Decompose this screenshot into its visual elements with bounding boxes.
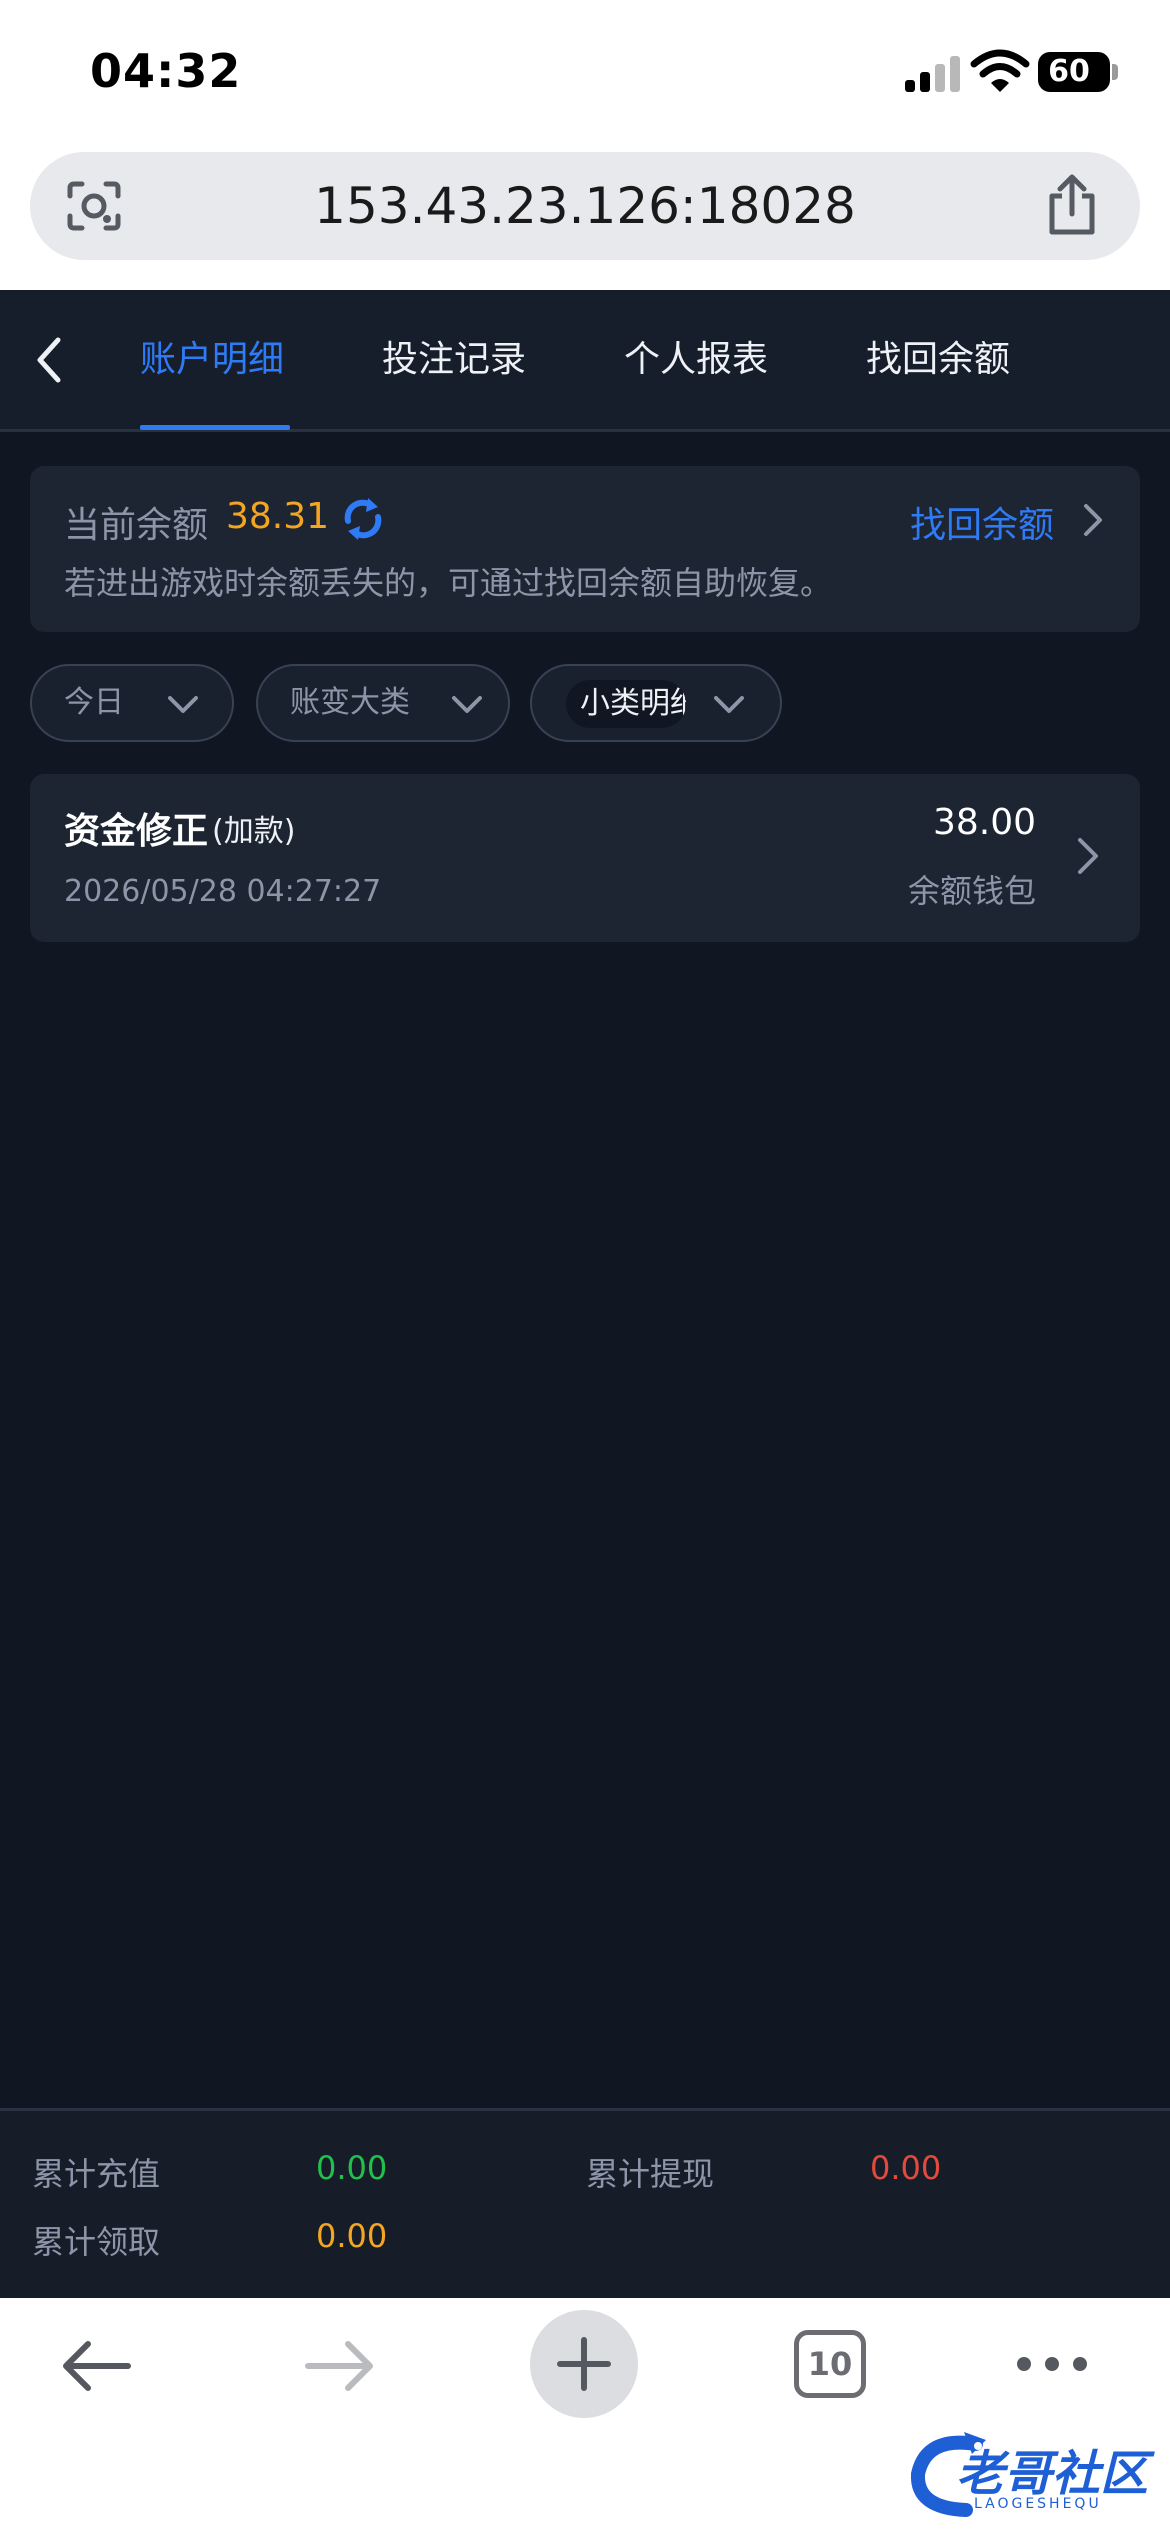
recharge-value: 0.00 (316, 2149, 388, 2187)
status-time: 04:32 (90, 44, 242, 98)
tab-account-details[interactable]: 账户明细 (140, 330, 284, 390)
battery-icon: 60 (1038, 52, 1110, 92)
balance-card: 当前余额 38.31 找回余额 若进出游戏时余额丢失的，可通过找回余额自助恢复。 (30, 466, 1140, 632)
record-title: 资金修正 (64, 811, 209, 852)
tab-recover-balance[interactable]: 找回余额 (866, 330, 1010, 390)
record-time: 2026/05/28 04:27:27 (64, 874, 382, 909)
plus-icon (557, 2337, 611, 2391)
address-bar[interactable]: 153.43.23.126:18028 (30, 152, 1140, 260)
balance-value: 38.31 (226, 496, 330, 537)
tab-bet-records[interactable]: 投注记录 (382, 330, 526, 390)
tabs-icon[interactable]: 10 (794, 2330, 866, 2398)
battery-cap (1112, 64, 1118, 80)
watermark-subtext: LAOGESHEQU (974, 2496, 1102, 2512)
record-item[interactable]: 资金修正 (加款) 2026/05/28 04:27:27 38.00 余额钱包 (30, 774, 1140, 942)
filter-date[interactable]: 今日 (30, 664, 234, 742)
refresh-icon[interactable] (338, 494, 388, 544)
filter-subcategory-label: 小类明细 (566, 680, 686, 728)
balance-note: 若进出游戏时余额丢失的，可通过找回余额自助恢复。 (64, 564, 833, 602)
record-subtitle: (加款) (212, 814, 296, 849)
browser-chrome-top: 04:32 60 153.43.23.126:18028 (0, 0, 1170, 290)
record-amount: 38.00 (932, 802, 1036, 843)
watermark-logo: 老哥社区 LAOGESHEQU (906, 2426, 1156, 2522)
battery-level: 60 (1048, 54, 1090, 89)
balance-label: 当前余额 (64, 505, 209, 546)
chevron-down-icon (168, 696, 198, 713)
more-icon[interactable] (1016, 2356, 1088, 2372)
chevron-right-icon[interactable] (1074, 834, 1102, 878)
chevron-down-icon (452, 696, 482, 713)
cellular-signal-icon (905, 56, 961, 92)
chevron-down-icon (714, 696, 744, 713)
active-tab-indicator (140, 425, 290, 430)
recover-balance-link[interactable]: 找回余额 (910, 496, 1054, 548)
wifi-icon (970, 49, 1030, 92)
back-chevron-icon[interactable] (30, 332, 70, 388)
filter-category[interactable]: 账变大类 (256, 664, 510, 742)
filter-date-label: 今日 (64, 685, 124, 720)
arrow-left-icon[interactable] (58, 2338, 134, 2394)
filter-category-label: 账变大类 (290, 685, 410, 720)
watermark-text: 老哥社区 (956, 2446, 1149, 2502)
withdraw-label: 累计提现 (586, 2155, 715, 2193)
new-tab-button[interactable] (530, 2310, 638, 2418)
tab-personal-report[interactable]: 个人报表 (624, 330, 768, 390)
arrow-right-icon[interactable] (302, 2338, 378, 2394)
browser-toolbar: 10 老哥社区 LAOGESHEQU (0, 2298, 1170, 2532)
recharge-label: 累计充值 (32, 2155, 161, 2193)
url-text[interactable]: 153.43.23.126:18028 (30, 152, 1140, 260)
account-nav: 账户明细 投注记录 个人报表 找回余额 (0, 290, 1170, 432)
record-wallet: 余额钱包 (907, 872, 1036, 910)
share-icon[interactable] (1044, 174, 1100, 238)
withdraw-value: 0.00 (870, 2149, 942, 2187)
summary-panel: 累计充值 0.00 累计提现 0.00 累计领取 0.00 (0, 2108, 1170, 2298)
claim-label: 累计领取 (32, 2223, 161, 2261)
claim-value: 0.00 (316, 2217, 388, 2255)
chevron-right-icon[interactable] (1080, 500, 1106, 540)
filter-subcategory[interactable]: 小类明细 (530, 664, 782, 742)
